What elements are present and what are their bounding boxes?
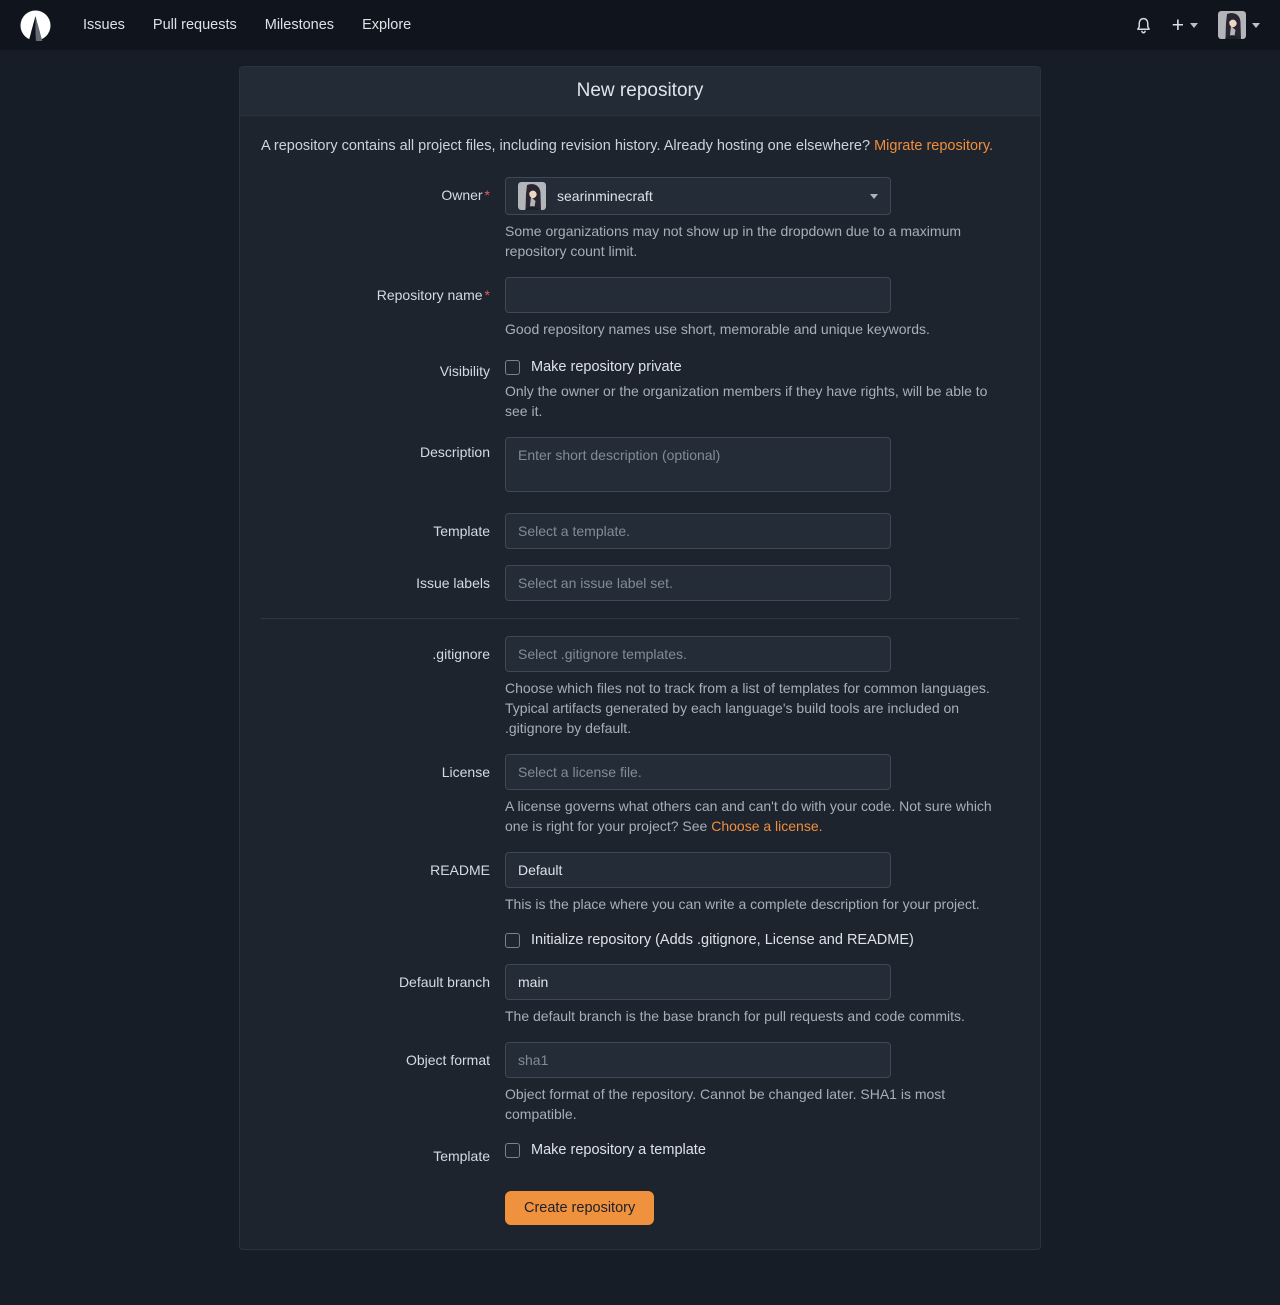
nav-item-explore[interactable]: Explore <box>348 0 425 50</box>
repo-name-group: Repository name* Good repository names u… <box>261 277 1019 339</box>
panel-body: A repository contains all project files,… <box>240 116 1040 1249</box>
repo-name-input[interactable] <box>505 277 891 313</box>
private-checkbox-row[interactable]: Make repository private <box>505 355 1019 375</box>
owner-avatar <box>518 182 546 210</box>
owner-help: Some organizations may not show up in th… <box>505 221 1006 261</box>
plus-icon: + <box>1172 15 1184 36</box>
private-checkbox-label: Make repository private <box>531 359 682 375</box>
owner-value: searinminecraft <box>557 188 653 204</box>
object-format-select[interactable]: sha1 <box>505 1042 891 1078</box>
required-asterisk: * <box>485 287 490 303</box>
user-menu-button[interactable] <box>1218 11 1260 39</box>
intro-sentence: A repository contains all project files,… <box>261 138 870 154</box>
submit-group: Create repository <box>261 1183 1019 1225</box>
migrate-repository-link[interactable]: Migrate repository. <box>874 138 993 154</box>
chevron-down-icon <box>1252 23 1260 28</box>
default-branch-help: The default branch is the base branch fo… <box>505 1006 1006 1026</box>
init-repo-checkbox-label: Initialize repository (Adds .gitignore, … <box>531 932 914 948</box>
template-select-placeholder: Select a template. <box>518 523 630 539</box>
repo-name-label-text: Repository name <box>377 287 483 303</box>
site-logo[interactable] <box>20 10 51 41</box>
template-checkbox-row[interactable]: Make repository a template <box>505 1140 1019 1158</box>
owner-label-text: Owner <box>441 187 482 203</box>
owner-group: Owner* searinminecraft Some organ <box>261 177 1019 261</box>
owner-dropdown[interactable]: searinminecraft <box>505 177 891 215</box>
gitignore-label: .gitignore <box>261 636 505 738</box>
license-label: License <box>261 754 505 836</box>
gitignore-group: .gitignore Select .gitignore templates. … <box>261 636 1019 738</box>
issue-labels-group: Issue labels Select an issue label set. <box>261 565 1019 601</box>
template-checkbox-label: Make repository a template <box>531 1142 706 1158</box>
init-repo-group: Initialize repository (Adds .gitignore, … <box>261 930 1019 948</box>
nav-item-pull-requests[interactable]: Pull requests <box>139 0 251 50</box>
template-select-group: Template Select a template. <box>261 513 1019 549</box>
repo-name-help: Good repository names use short, memorab… <box>505 319 1006 339</box>
init-repo-label-spacer <box>261 930 505 948</box>
default-branch-group: Default branch The default branch is the… <box>261 964 1019 1026</box>
panel-header: New repository <box>240 67 1040 116</box>
bell-icon <box>1135 17 1152 34</box>
new-repository-panel: New repository A repository contains all… <box>239 66 1041 1250</box>
readme-group: README Default This is the place where y… <box>261 852 1019 914</box>
intro-text: A repository contains all project files,… <box>261 136 1019 157</box>
license-select[interactable]: Select a license file. <box>505 754 891 790</box>
nav-item-milestones[interactable]: Milestones <box>251 0 348 50</box>
page-title: New repository <box>254 80 1026 102</box>
template-checkbox-group: Template Make repository a template <box>261 1140 1019 1167</box>
default-branch-input[interactable] <box>505 964 891 1000</box>
chevron-down-icon <box>1190 23 1198 28</box>
owner-label: Owner* <box>261 177 505 261</box>
object-format-label: Object format <box>261 1042 505 1124</box>
issue-labels-select[interactable]: Select an issue label set. <box>505 565 891 601</box>
readme-select[interactable]: Default <box>505 852 891 888</box>
submit-label-spacer <box>261 1183 505 1225</box>
notifications-button[interactable] <box>1135 17 1152 34</box>
license-help: A license governs what others can and ca… <box>505 796 1006 836</box>
mountain-logo-icon <box>20 10 51 41</box>
template-select-label: Template <box>261 513 505 549</box>
issue-labels-placeholder: Select an issue label set. <box>518 575 673 591</box>
nav-item-issues[interactable]: Issues <box>69 0 139 50</box>
template-checkbox[interactable] <box>505 1143 520 1158</box>
choose-a-license-link[interactable]: Choose a license. <box>711 818 822 834</box>
create-new-button[interactable]: + <box>1172 15 1198 36</box>
user-avatar <box>1218 11 1246 39</box>
object-format-value: sha1 <box>518 1052 548 1068</box>
readme-label: README <box>261 852 505 914</box>
main-content: New repository A repository contains all… <box>0 66 1280 1250</box>
readme-value: Default <box>518 862 562 878</box>
gitignore-help: Choose which files not to track from a l… <box>505 678 1006 738</box>
readme-help: This is the place where you can write a … <box>505 894 1006 914</box>
visibility-label: Visibility <box>261 355 505 421</box>
description-group: Description <box>261 437 1019 497</box>
default-branch-label: Default branch <box>261 964 505 1026</box>
init-repo-checkbox[interactable] <box>505 933 520 948</box>
top-navbar: Issues Pull requests Milestones Explore … <box>0 0 1280 50</box>
section-divider <box>261 618 1019 619</box>
description-label: Description <box>261 437 505 497</box>
visibility-help: Only the owner or the organization membe… <box>505 381 1006 421</box>
init-repo-checkbox-row[interactable]: Initialize repository (Adds .gitignore, … <box>505 930 1019 948</box>
gitignore-placeholder: Select .gitignore templates. <box>518 646 687 662</box>
private-checkbox[interactable] <box>505 360 520 375</box>
description-textarea[interactable] <box>505 437 891 492</box>
required-asterisk: * <box>485 187 490 203</box>
gitignore-select[interactable]: Select .gitignore templates. <box>505 636 891 672</box>
license-placeholder: Select a license file. <box>518 764 642 780</box>
navbar-right: + <box>1135 11 1260 39</box>
issue-labels-label: Issue labels <box>261 565 505 601</box>
create-repository-button[interactable]: Create repository <box>505 1191 654 1225</box>
repo-name-label: Repository name* <box>261 277 505 339</box>
license-group: License Select a license file. A license… <box>261 754 1019 836</box>
template-checkbox-group-label: Template <box>261 1140 505 1167</box>
object-format-help: Object format of the repository. Cannot … <box>505 1084 1006 1124</box>
chevron-down-icon <box>870 194 878 199</box>
visibility-group: Visibility Make repository private Only … <box>261 355 1019 421</box>
object-format-group: Object format sha1 Object format of the … <box>261 1042 1019 1124</box>
template-select[interactable]: Select a template. <box>505 513 891 549</box>
